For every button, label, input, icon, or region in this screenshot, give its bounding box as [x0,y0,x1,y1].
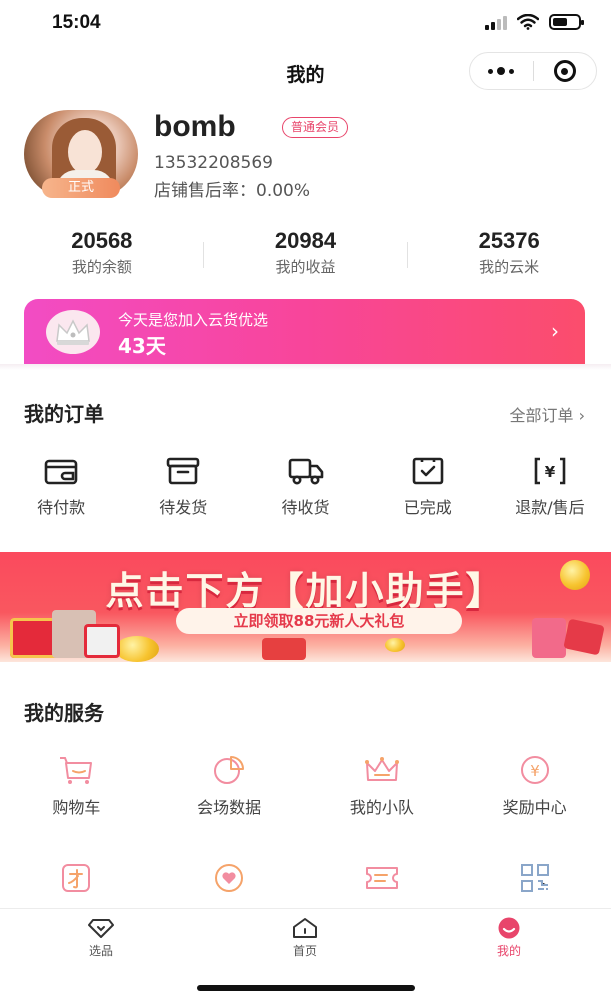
services-header: 我的服务 [0,697,611,727]
status-icons [485,14,584,30]
stat-value: 25376 [478,228,540,253]
order-label: 退款/售后 [515,498,585,517]
talent-icon [56,860,96,896]
tab-selection[interactable]: 选品 [61,917,141,959]
order-completed[interactable]: 已完成 [367,454,489,526]
promo-headline: 点击下方【加小助手】 [105,569,506,613]
phone-number: 13532208569 [154,153,273,173]
service-rewards[interactable]: ¥ 奖励中心 [458,752,611,818]
battery-icon [549,14,584,30]
stat-earnings[interactable]: 20984 我的收益 [204,228,408,280]
order-status-row: 待付款 待发货 待收货 已完成 ¥ 退款/售后 [0,454,611,526]
yen-coin-icon: ¥ [515,752,555,788]
stat-divider [407,242,408,268]
heart-icon [209,860,249,896]
checklist-icon [408,454,448,488]
services-row-2 [0,860,611,896]
service-label: 奖励中心 [502,798,567,817]
mini-program-capsule [469,52,597,90]
gift-box-decoration [84,624,120,658]
coin-decoration [385,638,405,652]
stat-value: 20568 [71,228,133,253]
more-dots-icon [488,67,515,75]
account-stats: 20568 我的余额 20984 我的收益 25376 我的云米 [0,228,611,280]
promo-subline: 立即领取88元新人大礼包 [176,608,462,634]
service-cart[interactable]: 购物车 [0,752,153,818]
all-orders-link[interactable]: 全部订单 › [510,402,586,426]
service-item[interactable] [458,860,611,896]
target-icon [553,60,576,82]
orders-header: 我的订单 全部订单 › [0,398,611,428]
service-label: 会场数据 [197,798,262,817]
order-pending-payment[interactable]: 待付款 [0,454,122,526]
wallet-icon [41,454,81,488]
gift-box-decoration [563,618,605,656]
pie-chart-icon [209,752,249,788]
join-banner-text: 今天是您加入云货优选 [118,311,269,329]
diamond-icon [88,919,114,938]
home-icon [293,918,317,938]
signal-icon [485,14,507,30]
tab-home[interactable]: 首页 [265,917,345,959]
service-my-team[interactable]: 我的小队 [306,752,459,818]
order-label: 已完成 [403,498,452,517]
stat-label: 我的余额 [71,258,132,276]
section-shadow [0,364,611,370]
service-item[interactable] [0,860,153,896]
stat-yunmi[interactable]: 25376 我的云米 [407,228,611,280]
username: bomb [154,110,236,143]
stat-label: 我的云米 [479,258,540,276]
stat-value: 20984 [274,228,337,253]
status-bar: 15:04 [0,0,611,50]
qrcode-icon [515,860,555,896]
wifi-icon [517,14,539,30]
promo-banner[interactable]: 点击下方【加小助手】 立即领取88元新人大礼包 [0,552,611,662]
service-label: 我的小队 [349,798,414,817]
coin-decoration [115,636,159,662]
services-title: 我的服务 [24,701,104,725]
service-item[interactable] [153,860,306,896]
gift-box-decoration [532,618,566,658]
gift-box-decoration [262,638,306,660]
tab-label: 我的 [496,944,521,958]
cart-icon [56,752,96,788]
svg-text:¥: ¥ [530,762,540,780]
order-label: 待收货 [281,498,330,517]
tab-label: 首页 [292,944,317,958]
order-label: 待付款 [37,498,86,517]
services-row: 购物车 会场数据 我的小队 ¥ 奖励中心 [0,752,611,818]
more-button[interactable] [470,53,533,89]
order-pending-receipt[interactable]: 待收货 [244,454,366,526]
chevron-right-icon: › [551,319,559,343]
service-item[interactable] [306,860,459,896]
stat-divider [203,242,204,268]
crown-icon [362,752,402,788]
membership-days-banner[interactable]: 今天是您加入云货优选 43天 › [24,299,585,365]
profile-smile-icon [498,917,520,939]
home-indicator[interactable] [197,985,415,991]
after-sales-rate: 店铺售后率：0.00% [154,181,311,201]
order-pending-shipment[interactable]: 待发货 [122,454,244,526]
order-label: 待发货 [159,498,208,517]
service-label: 购物车 [52,798,101,817]
avatar-status-badge: 正式 [42,178,120,198]
close-program-button[interactable] [534,53,597,89]
tab-label: 选品 [88,944,113,958]
stat-label: 我的收益 [275,258,336,276]
member-level-badge[interactable]: 普通会员 [282,117,349,138]
order-refund[interactable]: ¥ 退款/售后 [489,454,611,526]
truck-icon [286,454,326,488]
orders-title: 我的订单 [24,402,104,426]
service-venue-data[interactable]: 会场数据 [153,752,306,818]
ticket-icon [362,860,402,896]
svg-text:¥: ¥ [545,463,556,481]
tab-mine[interactable]: 我的 [469,917,549,959]
refund-icon: ¥ [530,454,570,488]
box-icon [163,454,203,488]
stat-balance[interactable]: 20568 我的余额 [0,228,204,280]
status-time: 15:04 [52,12,101,33]
crown-badge-icon [46,310,100,354]
join-days-count: 43天 [118,334,166,358]
